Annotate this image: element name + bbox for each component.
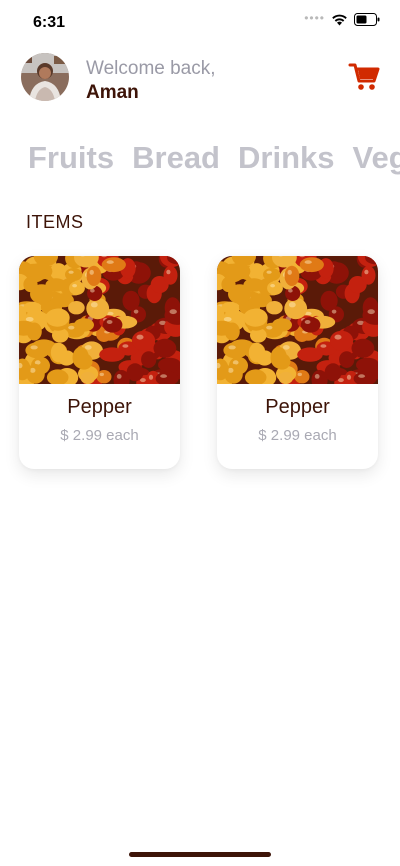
- pepper-image: [19, 256, 180, 384]
- item-price: $ 2.99 each: [258, 427, 337, 444]
- signal-dots-icon: ••••: [304, 10, 325, 25]
- category-drinks[interactable]: Drinks: [238, 138, 334, 178]
- battery-icon: [354, 13, 380, 26]
- cart-button[interactable]: [348, 62, 380, 92]
- status-bar: 6:31 ••••: [0, 0, 400, 44]
- avatar[interactable]: [21, 53, 69, 101]
- item-name: Pepper: [67, 396, 132, 418]
- status-time: 6:31: [33, 14, 66, 31]
- username: Aman: [86, 82, 139, 103]
- item-card[interactable]: Pepper $ 2.99 each: [19, 256, 180, 469]
- item-name: Pepper: [265, 396, 330, 418]
- category-tabs: Fruits Bread Drinks Vegetables: [28, 138, 400, 178]
- item-card[interactable]: Pepper $ 2.99 each: [217, 256, 378, 469]
- status-indicators: ••••: [304, 10, 380, 26]
- item-price: $ 2.99 each: [60, 427, 139, 444]
- welcome-text: Welcome back,: [86, 58, 216, 79]
- category-fruits[interactable]: Fruits: [28, 138, 114, 178]
- cart-icon: [348, 63, 380, 90]
- avatar-photo: [21, 53, 69, 101]
- header: Welcome back, Aman: [0, 52, 400, 106]
- home-indicator: [129, 852, 271, 857]
- category-bread[interactable]: Bread: [132, 138, 220, 178]
- pepper-image: [217, 256, 378, 384]
- wifi-icon: [332, 14, 347, 26]
- section-title: ITEMS: [26, 212, 84, 232]
- category-vegetables[interactable]: Vegetables: [352, 138, 400, 178]
